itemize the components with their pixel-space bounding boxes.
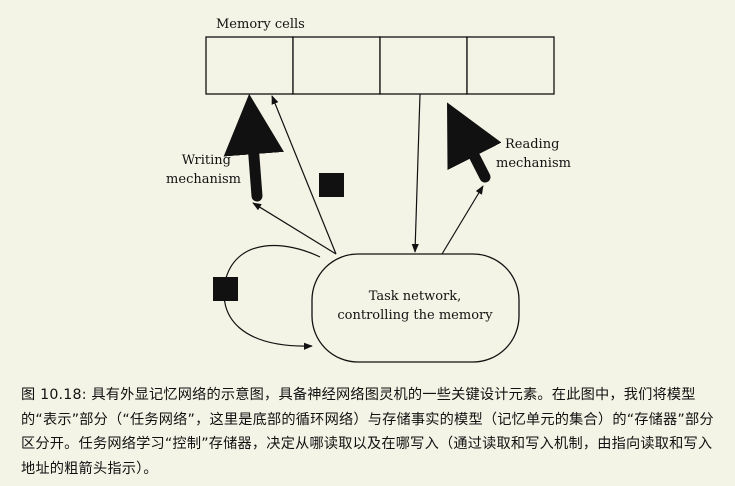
memory-cell-1 bbox=[205, 36, 294, 95]
memory-network-diagram: Memory cells Task network, controlling t… bbox=[166, 17, 571, 363]
recurrent-loop-arrow bbox=[223, 244, 321, 350]
arrow-task-to-reading bbox=[441, 185, 484, 255]
square-marker-left bbox=[213, 277, 238, 301]
writing-label-line2: mechanism bbox=[166, 172, 241, 187]
arrow-memory-to-task bbox=[411, 93, 421, 253]
memory-cell-2 bbox=[292, 36, 381, 95]
memory-cells-label: Memory cells bbox=[216, 17, 305, 32]
writing-label-line1: Writing bbox=[182, 153, 231, 168]
memory-cell-3 bbox=[379, 36, 468, 95]
task-network-label-line2: controlling the memory bbox=[337, 308, 493, 323]
figure-caption: 图 10.18: 具有外显记忆网络的示意图，具备神经网络图灵机的一些关键设计元素… bbox=[21, 387, 714, 477]
reading-label-line2: mechanism bbox=[496, 156, 571, 171]
task-network-label-line1: Task network, bbox=[369, 289, 462, 304]
writing-bold-arrow bbox=[223, 93, 284, 202]
memory-cell-4 bbox=[466, 36, 555, 95]
memory-cells bbox=[205, 36, 555, 95]
reading-bold-arrow bbox=[447, 102, 502, 183]
reading-label-line1: Reading bbox=[505, 137, 559, 152]
square-marker-top bbox=[319, 173, 344, 197]
